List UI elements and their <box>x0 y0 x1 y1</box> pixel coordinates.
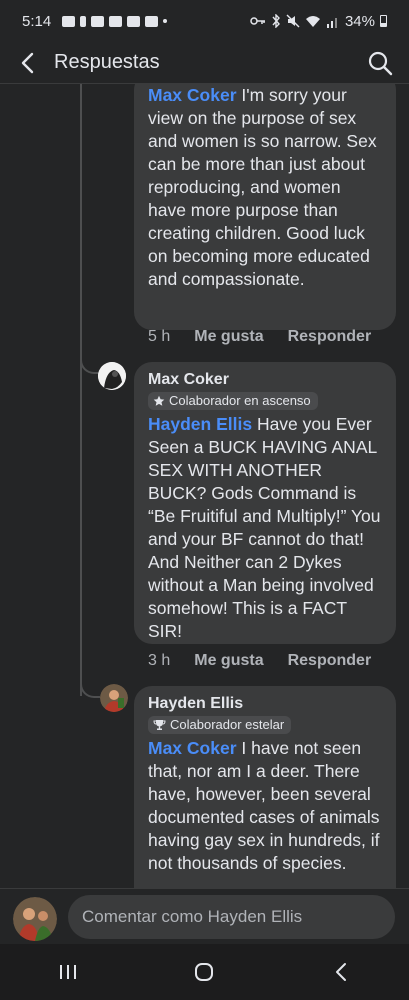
gallery-notification-icon <box>109 15 123 27</box>
app-header: Respuestas <box>0 42 409 84</box>
comment-text: Have you Ever Seen a BUCK HAVING ANAL SE… <box>148 414 381 641</box>
youtube-notification-icon <box>127 15 141 27</box>
avatar[interactable] <box>100 684 128 712</box>
search-icon[interactable] <box>367 50 393 76</box>
mention-link[interactable]: Max Coker <box>148 738 237 758</box>
thread-connector <box>80 676 100 698</box>
recent-apps-button[interactable] <box>38 952 98 992</box>
bluetooth-icon <box>272 14 280 28</box>
recent-apps-icon <box>60 965 77 979</box>
mention-link[interactable]: Hayden Ellis <box>148 414 252 434</box>
comment-composer: Comentar como Hayden Ellis <box>0 888 409 944</box>
comment-input-placeholder: Comentar como Hayden Ellis <box>82 907 303 926</box>
contributor-badge[interactable]: Colaborador en ascenso <box>148 392 318 410</box>
thread-connector <box>80 84 82 696</box>
like-button[interactable]: Me gusta <box>194 652 263 670</box>
home-button[interactable] <box>174 952 234 992</box>
wifi-icon <box>305 15 320 27</box>
star-icon <box>153 395 165 406</box>
comment-time: 5 h <box>148 328 171 345</box>
back-button[interactable] <box>311 952 371 992</box>
mention-link[interactable]: Max Coker <box>148 85 237 105</box>
youtube-notification-icon <box>62 15 76 27</box>
like-button[interactable]: Me gusta <box>194 328 263 346</box>
signal-icon <box>326 17 337 28</box>
mute-icon <box>286 14 300 28</box>
comment-text: I'm sorry your view on the purpose of se… <box>148 85 377 289</box>
app-notification-icon <box>80 15 87 27</box>
battery-icon <box>380 15 387 27</box>
reply-button[interactable]: Responder <box>288 652 372 670</box>
comment-bubble[interactable]: Max Coker I'm sorry your view on the pur… <box>134 84 396 330</box>
youtube-notification-icon <box>145 15 159 27</box>
back-arrow-icon[interactable] <box>16 52 38 74</box>
comment-text: I have not seen that, nor am I a deer. T… <box>148 738 380 873</box>
facebook-notification-icon <box>91 15 105 27</box>
key-icon <box>250 17 265 25</box>
status-time: 5:14 <box>22 12 52 30</box>
reply-button[interactable]: Responder <box>288 328 372 346</box>
comment-actions: 5 h Me gusta Responder <box>148 328 371 346</box>
comment-bubble[interactable]: Max Coker Colaborador en ascenso Hayden … <box>134 362 396 644</box>
back-icon <box>335 963 346 981</box>
comment-actions: 3 h Me gusta Responder <box>148 652 371 670</box>
user-avatar[interactable] <box>13 897 57 941</box>
comment-input[interactable]: Comentar como Hayden Ellis <box>68 895 395 939</box>
comment-author[interactable]: Max Coker <box>148 370 382 390</box>
thread-connector <box>80 352 100 374</box>
avatar[interactable] <box>98 362 126 390</box>
comment-author[interactable]: Hayden Ellis <box>148 694 382 714</box>
system-navbar <box>0 944 409 1000</box>
more-notifications-icon <box>163 19 168 23</box>
badge-label: Colaborador estelar <box>170 717 285 732</box>
home-icon <box>195 963 214 981</box>
page-title: Respuestas <box>54 51 160 73</box>
replies-thread: Max Coker I'm sorry your view on the pur… <box>0 84 409 888</box>
status-bar: 5:14 34% <box>0 0 409 42</box>
trophy-icon <box>153 720 166 730</box>
badge-label: Colaborador en ascenso <box>169 393 311 408</box>
comment-bubble[interactable]: Hayden Ellis Colaborador estelar Max Cok… <box>134 686 396 888</box>
contributor-badge[interactable]: Colaborador estelar <box>148 716 292 734</box>
comment-time: 3 h <box>148 652 171 669</box>
battery-percent: 34% <box>344 12 375 30</box>
